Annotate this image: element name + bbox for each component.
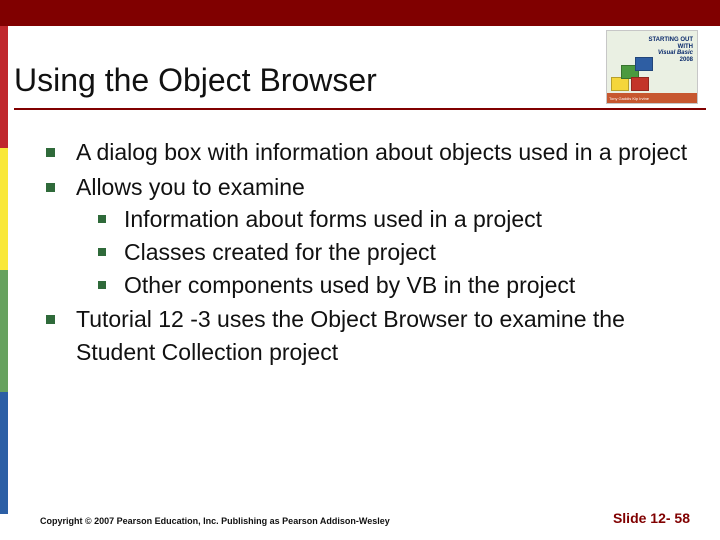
slide-title: Using the Object Browser bbox=[14, 62, 377, 99]
sub-bullet-list: Information about forms used in a projec… bbox=[76, 203, 690, 301]
sub-bullet-item: Information about forms used in a projec… bbox=[76, 203, 690, 236]
left-color-stripe bbox=[0, 26, 8, 514]
block-blue-icon bbox=[635, 57, 653, 71]
sub-bullet-item: Classes created for the project bbox=[76, 236, 690, 269]
stripe-yellow bbox=[0, 148, 8, 270]
top-accent-bar bbox=[0, 0, 720, 26]
content-area: A dialog box with information about obje… bbox=[40, 136, 690, 371]
lego-blocks-icon bbox=[611, 55, 655, 91]
bullet-list: A dialog box with information about obje… bbox=[40, 136, 690, 369]
bullet-item: Allows you to examine Information about … bbox=[40, 171, 690, 302]
stripe-red bbox=[0, 26, 8, 148]
title-underline bbox=[14, 108, 706, 110]
block-red-icon bbox=[631, 77, 649, 91]
stripe-green bbox=[0, 270, 8, 392]
book-authors: Tony Gaddis Kip Irvine bbox=[609, 96, 649, 101]
stripe-blue bbox=[0, 392, 8, 514]
block-yellow-icon bbox=[611, 77, 629, 91]
book-pretitle: STARTING OUT WITH bbox=[645, 37, 693, 50]
footer: Copyright © 2007 Pearson Education, Inc.… bbox=[40, 510, 690, 526]
bullet-item: A dialog box with information about obje… bbox=[40, 136, 690, 169]
bullet-item: Tutorial 12 -3 uses the Object Browser t… bbox=[40, 303, 690, 368]
book-authors-strip: Tony Gaddis Kip Irvine bbox=[607, 93, 697, 103]
textbook-cover-icon: STARTING OUT WITH Visual Basic 2008 Tony… bbox=[606, 30, 698, 104]
bullet-text: Allows you to examine bbox=[76, 174, 305, 200]
slide-number: Slide 12- 58 bbox=[613, 510, 690, 526]
copyright-text: Copyright © 2007 Pearson Education, Inc.… bbox=[40, 516, 390, 526]
sub-bullet-item: Other components used by VB in the proje… bbox=[76, 269, 690, 302]
